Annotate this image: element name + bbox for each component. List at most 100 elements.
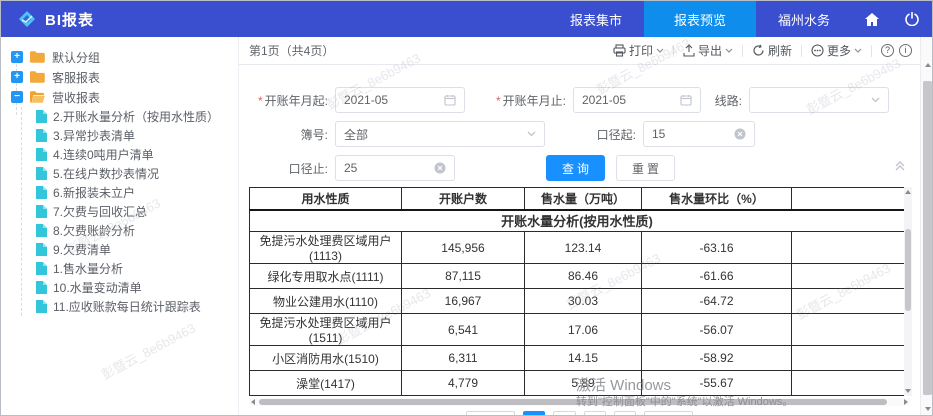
- scrollbar-thumb[interactable]: [259, 399, 887, 405]
- nav-report-preview[interactable]: 报表预览: [644, 1, 756, 37]
- file-icon: [36, 205, 47, 218]
- file-icon: [36, 167, 47, 180]
- power-icon[interactable]: [892, 1, 932, 37]
- file-icon: [36, 186, 47, 199]
- tree-group-default[interactable]: + 默认分组: [1, 47, 238, 67]
- col-header-empty: [792, 188, 905, 210]
- table-row[interactable]: 物业公建用水(1110)16,96730.03-64.72: [250, 289, 905, 314]
- home-icon[interactable]: [852, 1, 892, 37]
- printer-icon: [613, 44, 626, 57]
- info-icon[interactable]: i: [899, 44, 912, 57]
- clear-icon[interactable]: [434, 162, 446, 174]
- col-header: 用水性质: [250, 188, 402, 210]
- table-horizontal-scrollbar[interactable]: [249, 398, 910, 406]
- reset-button[interactable]: 重置: [616, 155, 675, 181]
- page-button-1[interactable]: 1: [523, 411, 545, 416]
- tree-group-revenue[interactable]: − 营收报表: [1, 87, 238, 107]
- clear-icon[interactable]: [734, 128, 746, 140]
- pagination: 上一页 1 2 3 4 下一页: [239, 411, 920, 416]
- export-button[interactable]: 导出: [683, 42, 733, 59]
- file-icon: [36, 243, 47, 256]
- field-label: 口径止:: [239, 160, 335, 177]
- field-label: 口径起:: [551, 126, 643, 143]
- report-item[interactable]: 11.应收账款每日统计跟踪表: [36, 297, 238, 316]
- page-button-4[interactable]: 4: [614, 411, 636, 416]
- tree-group-customer-service[interactable]: + 客服报表: [1, 67, 238, 87]
- app-title: BI报表: [45, 9, 94, 30]
- next-page-button[interactable]: 下一页: [644, 411, 693, 416]
- table-row[interactable]: 免提污水处理费区域用户(1113)145,956123.14-63.16: [250, 232, 905, 264]
- report-item[interactable]: 6.新报装未立户: [36, 183, 238, 202]
- nav-tenant-fuzhou-water[interactable]: 福州水务: [756, 1, 852, 37]
- end-month-input[interactable]: 2021-05: [573, 87, 701, 113]
- report-tree-sidebar: + 默认分组 + 客服报表 −: [1, 37, 239, 416]
- book-no-select[interactable]: 全部: [335, 121, 545, 147]
- report-item-label: 3.异常抄表清单: [53, 127, 135, 144]
- required-marker: *: [496, 94, 501, 108]
- start-month-input[interactable]: 2021-05: [335, 87, 465, 113]
- report-item[interactable]: 7.欠费与回收汇总: [36, 202, 238, 221]
- prev-page-button[interactable]: 上一页: [466, 411, 515, 416]
- export-icon: [683, 44, 695, 57]
- report-item-label: 5.在线户数抄表情况: [53, 165, 159, 182]
- calendar-icon: [680, 94, 692, 106]
- page-vertical-scrollbar[interactable]: [920, 37, 933, 416]
- query-button[interactable]: 查询: [546, 155, 605, 181]
- file-icon: [36, 129, 47, 142]
- top-navbar: BI报表 报表集市 报表预览 福州水务: [1, 1, 932, 37]
- print-button[interactable]: 打印: [613, 42, 664, 59]
- page-indicator: 第1页（共4页）: [249, 42, 334, 59]
- refresh-button[interactable]: 刷新: [752, 42, 792, 59]
- col-header: 售水量（万吨）: [525, 188, 642, 210]
- report-item[interactable]: 1.售水量分析: [36, 259, 238, 278]
- top-nav-menu: 报表集市 报表预览 福州水务: [548, 1, 932, 37]
- file-icon: [36, 300, 47, 313]
- report-item[interactable]: 9.欠费清单: [36, 240, 238, 259]
- expand-icon[interactable]: +: [11, 71, 23, 83]
- page-button-2[interactable]: 2: [553, 411, 575, 416]
- report-item[interactable]: 8.欠费账龄分析: [36, 221, 238, 240]
- table-row[interactable]: 免提污水处理费区域用户(1511)6,54117.06-56.07: [250, 314, 905, 346]
- more-icon: [811, 44, 824, 57]
- table-row[interactable]: 澡堂(1417)4,7795.89-55.67: [250, 371, 905, 396]
- line-select[interactable]: [749, 87, 889, 113]
- nav-report-market[interactable]: 报表集市: [548, 1, 644, 37]
- refresh-icon: [752, 44, 765, 57]
- brand: BI报表: [1, 9, 94, 30]
- help-icon[interactable]: ?: [881, 44, 894, 57]
- file-icon: [36, 224, 47, 237]
- app-logo-icon: [17, 9, 37, 29]
- report-item-label: 2.开账水量分析（按用水性质）: [53, 108, 219, 125]
- col-header: 售水量环比（%）: [642, 188, 792, 210]
- page-button-3[interactable]: 3: [584, 411, 606, 416]
- folder-icon: [30, 71, 45, 83]
- tree-group-label: 客服报表: [52, 69, 100, 86]
- report-item[interactable]: 2.开账水量分析（按用水性质）: [36, 107, 238, 126]
- table-row[interactable]: 小区消防用水(1510)6,31114.15-58.92: [250, 346, 905, 371]
- report-item[interactable]: 3.异常抄表清单: [36, 126, 238, 145]
- calendar-icon: [444, 94, 456, 106]
- file-icon: [36, 281, 47, 294]
- caliber-from-input[interactable]: 15: [643, 121, 755, 147]
- report-item[interactable]: 4.连续0吨用户清单: [36, 145, 238, 164]
- report-item[interactable]: 5.在线户数抄表情况: [36, 164, 238, 183]
- scrollbar-thumb[interactable]: [905, 229, 911, 311]
- report-item-label: 6.新报装未立户: [53, 184, 135, 201]
- report-main-panel: 第1页（共4页） 打印 导出: [239, 37, 920, 416]
- table-vertical-scrollbar[interactable]: [904, 187, 912, 396]
- tree-group-label: 营收报表: [52, 89, 100, 106]
- collapse-filter-icon[interactable]: [894, 159, 906, 171]
- file-icon: [36, 262, 47, 275]
- scrollbar-thumb[interactable]: [923, 81, 932, 395]
- filter-panel: *开账年月起: 2021-05 *开账年月止: 2021-05 线路:: [239, 65, 920, 183]
- chevron-down-icon: [854, 48, 862, 53]
- expand-icon[interactable]: +: [11, 51, 23, 63]
- report-item[interactable]: 10.水量变动清单: [36, 278, 238, 297]
- chevron-down-icon: [871, 97, 880, 103]
- report-table-zone: 开账水量分析(按用水性质) 用水性质 开账户数 售水量（万吨） 售水量环比（%）: [249, 187, 912, 396]
- report-item-label: 4.连续0吨用户清单: [53, 146, 154, 163]
- collapse-icon[interactable]: −: [11, 91, 23, 103]
- more-button[interactable]: 更多: [811, 42, 862, 59]
- caliber-to-input[interactable]: 25: [335, 155, 455, 181]
- table-row[interactable]: 绿化专用取水点(1111)87,11586.46-61.66: [250, 264, 905, 289]
